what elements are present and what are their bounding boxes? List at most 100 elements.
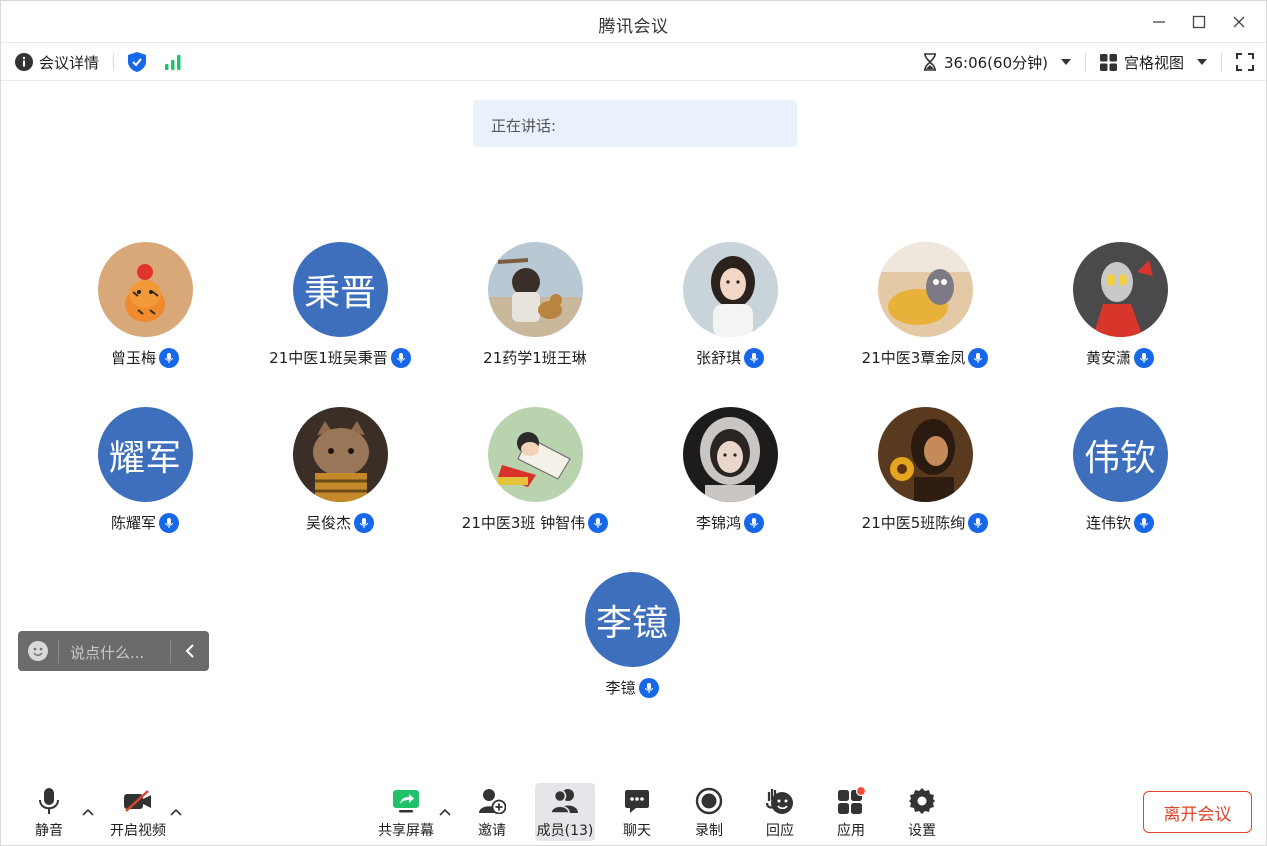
settings-label: 设置 xyxy=(908,823,936,839)
fullscreen-icon[interactable] xyxy=(1236,53,1254,71)
chevron-left-icon xyxy=(185,644,194,658)
start-video-button[interactable]: 开启视频 xyxy=(105,783,171,841)
grid-view-icon xyxy=(1099,53,1117,71)
divider xyxy=(113,53,115,71)
meeting-details-button[interactable]: 会议详情 xyxy=(15,52,99,73)
members-label: 成员(13) xyxy=(536,823,594,839)
members-button[interactable]: 成员(13) xyxy=(535,783,595,841)
share-options-chevron-icon[interactable] xyxy=(438,805,452,819)
participant-name: 21药学1班王琳 xyxy=(483,349,587,367)
participant-tile[interactable]: 张舒琪 xyxy=(640,242,820,368)
avatar xyxy=(97,242,193,337)
mute-label: 静音 xyxy=(35,823,63,839)
timer-text: 36:06(60分钟) xyxy=(943,53,1048,72)
participant-tile[interactable]: 吴俊杰 xyxy=(250,407,430,533)
mic-on-icon xyxy=(354,512,374,533)
mute-button[interactable]: 静音 xyxy=(27,783,71,841)
collapse-chat-button[interactable] xyxy=(171,644,209,658)
participant-tile[interactable]: 曾玉梅 xyxy=(55,242,235,368)
apps-button[interactable]: 应用 xyxy=(827,783,875,841)
avatar: 耀军 xyxy=(97,407,193,502)
mic-on-icon xyxy=(968,347,989,368)
divider xyxy=(1084,53,1086,71)
minimize-button[interactable] xyxy=(1146,9,1172,35)
participant-tile[interactable]: 21药学1班王琳 xyxy=(445,242,625,368)
participant-tile[interactable]: 李镱 李镱 xyxy=(542,572,722,698)
apps-label: 应用 xyxy=(837,823,865,839)
participant-name: 21中医3覃金凤 xyxy=(861,349,966,367)
members-icon xyxy=(550,789,578,814)
participant-tile[interactable]: 21中医3覃金凤 xyxy=(835,242,1015,368)
video-options-chevron-icon[interactable] xyxy=(169,805,183,819)
view-mode-selector[interactable]: 宫格视图 xyxy=(1099,52,1207,73)
maximize-icon xyxy=(1192,15,1206,29)
security-shield-icon[interactable] xyxy=(128,52,147,72)
chat-input[interactable]: 说点什么... xyxy=(58,639,171,663)
participant-name: 21中医3班 钟智伟 xyxy=(461,514,586,532)
settings-button[interactable]: 设置 xyxy=(898,783,946,841)
participant-name: 连伟钦 xyxy=(1085,514,1131,532)
active-speaker-banner: 正在讲话: xyxy=(473,100,797,147)
avatar xyxy=(877,407,973,502)
smiley-icon xyxy=(28,641,48,661)
avatar: 秉晋 xyxy=(292,242,388,337)
chat-button[interactable]: 聊天 xyxy=(613,783,661,841)
mic-on-icon xyxy=(159,512,179,533)
participant-name: 曾玉梅 xyxy=(110,349,156,367)
divider xyxy=(1221,53,1222,71)
share-screen-button[interactable]: 共享屏幕 xyxy=(373,783,439,841)
participant-tile[interactable]: 伟钦 连伟钦 xyxy=(1030,407,1210,533)
mic-on-icon xyxy=(1134,512,1154,533)
participant-tile[interactable]: 秉晋 21中医1班吴秉晋 xyxy=(250,242,430,368)
emoji-button[interactable] xyxy=(18,641,58,661)
chat-bubble-icon xyxy=(625,790,649,813)
share-screen-label: 共享屏幕 xyxy=(378,823,434,839)
participant-name: 21中医1班吴秉晋 xyxy=(269,349,388,367)
raise-hand-icon xyxy=(765,789,793,814)
participant-tile[interactable]: 黄安潇 xyxy=(1030,242,1210,368)
maximize-button[interactable] xyxy=(1186,9,1212,35)
avatar xyxy=(682,242,778,337)
window-title: 腾讯会议 xyxy=(598,17,669,37)
record-label: 录制 xyxy=(695,823,723,839)
react-button[interactable]: 回应 xyxy=(756,783,804,841)
gear-icon xyxy=(909,788,935,814)
minimize-icon xyxy=(1153,21,1165,23)
title-bar: 腾讯会议 xyxy=(1,1,1266,43)
participant-name: 陈耀军 xyxy=(110,514,156,532)
mic-on-icon xyxy=(968,512,989,533)
avatar xyxy=(682,407,778,502)
avatar xyxy=(1072,242,1168,337)
record-button[interactable]: 录制 xyxy=(685,783,733,841)
invite-button[interactable]: 邀请 xyxy=(467,783,517,841)
leave-meeting-button[interactable]: 离开会议 xyxy=(1143,791,1252,833)
share-screen-icon xyxy=(393,790,419,813)
participant-tile[interactable]: 李锦鸿 xyxy=(640,407,820,533)
participant-tile[interactable]: 耀军 陈耀军 xyxy=(55,407,235,533)
mic-on-icon xyxy=(588,512,609,533)
avatar: 伟钦 xyxy=(1072,407,1168,502)
react-label: 回应 xyxy=(766,823,794,839)
avatar xyxy=(292,407,388,502)
meeting-window: 腾讯会议 会议详情 36:06(60分钟) 宫格视图 正在讲话: 曾玉梅 秉晋 … xyxy=(0,0,1267,846)
window-controls xyxy=(1146,9,1252,35)
close-button[interactable] xyxy=(1226,9,1252,35)
mic-on-icon xyxy=(159,347,179,368)
participant-tile[interactable]: 21中医3班 钟智伟 xyxy=(445,407,625,533)
mic-on-icon xyxy=(390,347,411,368)
apps-icon xyxy=(838,787,866,814)
participant-tile[interactable]: 21中医5班陈绚 xyxy=(835,407,1015,533)
network-signal-icon[interactable] xyxy=(164,54,182,70)
quick-chat-bar: 说点什么... xyxy=(18,631,209,671)
record-icon xyxy=(695,787,723,815)
add-user-icon xyxy=(479,789,506,814)
view-mode-label: 宫格视图 xyxy=(1123,53,1184,72)
chevron-down-icon xyxy=(1060,59,1071,65)
audio-options-chevron-icon[interactable] xyxy=(81,805,95,819)
meeting-timer[interactable]: 36:06(60分钟) xyxy=(923,52,1071,73)
avatar xyxy=(487,242,583,337)
chevron-down-icon xyxy=(1197,59,1207,65)
mic-on-icon xyxy=(638,677,659,698)
invite-label: 邀请 xyxy=(478,823,506,839)
start-video-label: 开启视频 xyxy=(110,823,166,839)
